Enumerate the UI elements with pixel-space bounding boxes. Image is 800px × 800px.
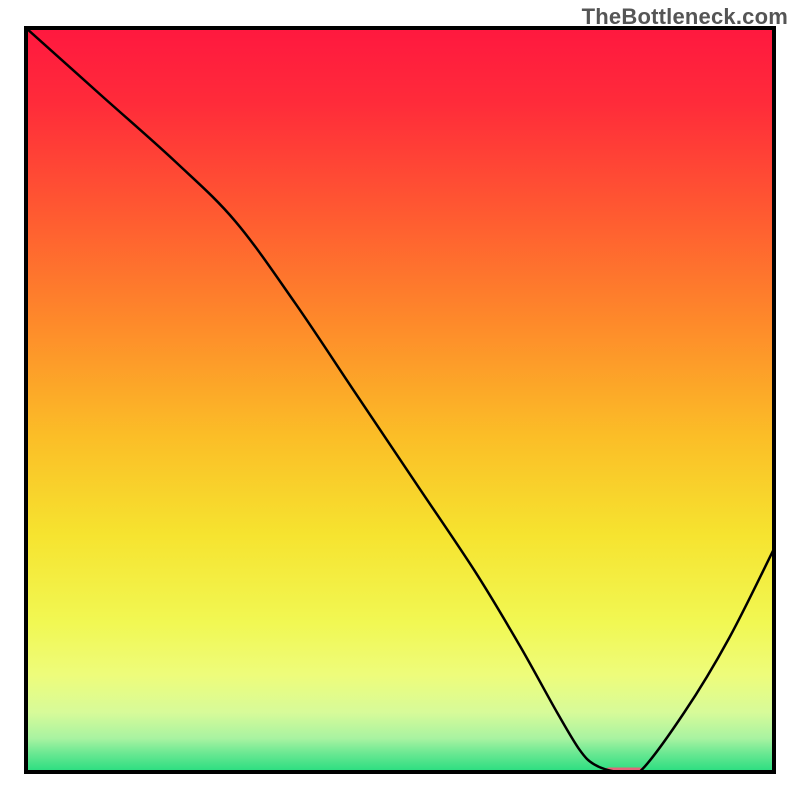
gradient-background xyxy=(26,28,774,772)
watermark-text: TheBottleneck.com xyxy=(582,4,788,30)
chart-canvas xyxy=(0,0,800,800)
bottleneck-chart: TheBottleneck.com xyxy=(0,0,800,800)
